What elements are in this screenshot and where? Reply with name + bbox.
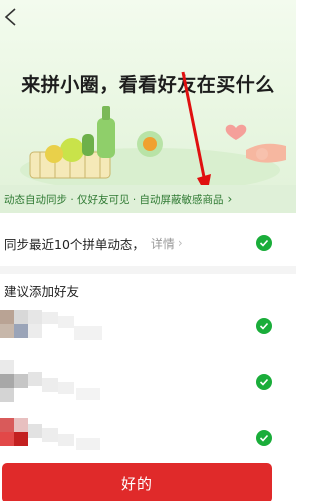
avatar — [0, 360, 100, 402]
check-icon[interactable] — [256, 318, 272, 334]
avatar — [0, 310, 102, 340]
section-divider — [0, 266, 296, 274]
friend-circle-intro-page: 来拼小圈，看看好友在买什么 动态自动同步 · 仅好友可见 · 自动屏蔽敏感商品 … — [0, 0, 296, 501]
shopping-illustration — [20, 106, 286, 185]
features-strip[interactable]: 动态自动同步 · 仅好友可见 · 自动屏蔽敏感商品 › — [0, 185, 296, 213]
avatar — [0, 418, 100, 450]
details-link[interactable]: 详情 — [151, 235, 175, 252]
confirm-button[interactable]: 好的 — [2, 463, 272, 501]
friend-list-item[interactable] — [0, 300, 296, 356]
check-icon[interactable] — [256, 430, 272, 446]
chevron-right-icon: › — [177, 236, 183, 250]
sync-label: 同步最近10个拼单动态， — [4, 236, 145, 252]
chevron-right-icon: › — [227, 192, 233, 206]
friend-list-item[interactable] — [0, 354, 296, 410]
friend-list-item[interactable] — [0, 408, 296, 464]
suggested-friends-title: 建议添加好友 — [4, 284, 80, 299]
check-icon[interactable] — [256, 235, 272, 251]
page-headline: 来拼小圈，看看好友在买什么 — [21, 74, 275, 96]
sync-orders-option[interactable]: 同步最近10个拼单动态， 详情 › — [0, 225, 296, 261]
header-banner: 来拼小圈，看看好友在买什么 — [0, 0, 296, 185]
features-text: 动态自动同步 · 仅好友可见 · 自动屏蔽敏感商品 — [4, 193, 224, 206]
check-icon[interactable] — [256, 374, 272, 390]
back-icon[interactable] — [2, 6, 20, 28]
